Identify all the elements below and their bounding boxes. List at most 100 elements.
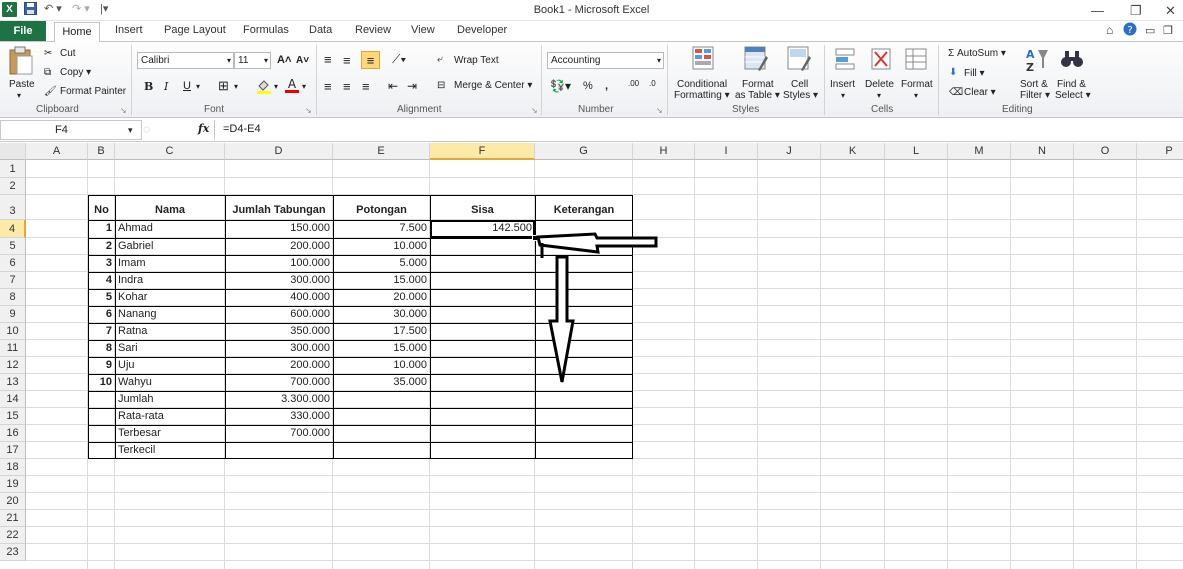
sort-filter-label-1[interactable]: Sort & [1020,79,1048,90]
format-painter-button[interactable]: Format Painter [60,86,126,97]
decrease-indent-icon[interactable]: ⇤ [388,79,398,93]
borders-icon[interactable]: ⊞ [218,78,229,94]
tab-home[interactable]: Home [54,22,100,42]
currency-icon[interactable]: 💱▾ [550,79,571,93]
column-header-c[interactable]: C [115,143,225,160]
table-header-jumlah-tabungan[interactable]: Jumlah Tabungan [225,195,333,220]
table-cell-sisa[interactable] [430,255,535,272]
table-cell-nama[interactable]: Ahmad [115,220,225,238]
row-header-19[interactable]: 19 [0,476,26,493]
sort-filter-icon[interactable]: AZ [1024,46,1050,77]
cell-styles-label-2[interactable]: Styles ▾ [783,90,818,101]
copy-icon[interactable]: ⧉ [44,67,51,78]
column-header-e[interactable]: E [333,143,430,160]
font-name-combo[interactable]: Calibri ▾ [137,52,234,69]
help-icon[interactable]: ? [1123,22,1137,39]
align-left-icon[interactable]: ≡ [324,79,332,94]
table-cell-jumlah[interactable]: 700.000 [225,374,333,391]
table-cell-sisa[interactable]: 142.500 [430,220,535,238]
row-header-22[interactable]: 22 [0,527,26,544]
table-cell-sisa[interactable] [430,238,535,255]
fill-handle[interactable] [532,235,538,241]
decrease-decimal-button[interactable]: .0 [649,79,656,88]
tab-view[interactable]: View [411,24,435,36]
row-header-1[interactable]: 1 [0,160,26,178]
row-header-7[interactable]: 7 [0,272,26,289]
chevron-down-icon[interactable]: ▾ [877,91,881,100]
autosum-button[interactable]: Σ AutoSum ▾ [948,48,1006,59]
row-header-9[interactable]: 9 [0,306,26,323]
table-cell-no[interactable]: 5 [88,289,115,306]
row-header-16[interactable]: 16 [0,425,26,442]
column-header-d[interactable]: D [225,143,333,160]
column-header-i[interactable]: I [695,143,758,160]
table-cell-potongan[interactable]: 17.500 [333,323,430,340]
format-as-table-label-1[interactable]: Format [742,79,774,90]
chevron-down-icon[interactable]: ▾ [196,82,200,91]
table-cell-sisa[interactable] [430,323,535,340]
increase-decimal-button[interactable]: .00 [628,79,639,88]
row-header-2[interactable]: 2 [0,178,26,195]
row-header-10[interactable]: 10 [0,323,26,340]
shrink-font-button[interactable]: A˅ [296,55,309,66]
fill-icon[interactable]: ⬇ [949,67,957,78]
bold-button[interactable]: B [144,80,153,93]
merge-center-icon[interactable]: ⊟ [437,80,445,91]
table-cell-jumlah[interactable]: 200.000 [225,357,333,374]
tab-review[interactable]: Review [355,24,391,36]
fill-color-icon[interactable] [256,78,272,97]
align-bottom-icon[interactable]: ≡ [361,51,380,69]
tab-file[interactable]: File [0,21,46,41]
merge-center-button[interactable]: Merge & Center ▾ [454,80,532,91]
table-cell-no[interactable]: 2 [88,238,115,255]
paste-button[interactable]: Paste [9,79,35,90]
row-header-6[interactable]: 6 [0,255,26,272]
table-cell-no[interactable]: 3 [88,255,115,272]
format-as-table-icon[interactable] [744,46,768,75]
table-header-no[interactable]: No [88,195,115,220]
table-cell-no[interactable]: 6 [88,306,115,323]
table-cell-sisa[interactable] [430,306,535,323]
table-header-keterangan[interactable]: Keterangan [535,195,633,220]
alignment-launcher-icon[interactable]: ↘ [531,106,538,115]
summary-value[interactable]: 3.300.000 [225,391,333,408]
table-cell-no[interactable]: 10 [88,374,115,391]
summary-label[interactable]: Terbesar [115,425,225,442]
conditional-formatting-icon[interactable] [692,46,716,75]
table-cell-no[interactable]: 4 [88,272,115,289]
underline-button[interactable]: U [183,80,191,92]
table-cell-jumlah[interactable]: 350.000 [225,323,333,340]
table-cell-nama[interactable]: Kohar [115,289,225,306]
name-box[interactable]: F4 ▾ [0,120,142,140]
tab-insert[interactable]: Insert [115,24,143,36]
table-cell-potongan[interactable]: 15.000 [333,272,430,289]
grow-font-button[interactable]: A˄ [277,54,291,66]
format-as-table-label-2[interactable]: as Table ▾ [735,90,780,101]
summary-value[interactable]: 330.000 [225,408,333,425]
summary-label[interactable]: Jumlah [115,391,225,408]
conditional-formatting-label-1[interactable]: Conditional [677,79,727,90]
row-header-8[interactable]: 8 [0,289,26,306]
table-cell-sisa[interactable] [430,357,535,374]
column-header-l[interactable]: L [885,143,948,160]
find-select-icon[interactable] [1060,48,1084,73]
column-header-p[interactable]: P [1137,143,1183,160]
orientation-icon[interactable]: ⟋▾ [392,52,406,67]
table-header-nama[interactable]: Nama [115,195,225,220]
paste-dropdown-icon[interactable]: ▾ [17,91,21,100]
summary-label[interactable]: Terkecil [115,442,225,459]
row-header-12[interactable]: 12 [0,357,26,374]
sort-filter-label-2[interactable]: Filter ▾ [1020,90,1050,101]
chevron-down-icon[interactable]: ▾ [841,91,845,100]
ribbon-collapse-icon[interactable]: ⌂ [1106,23,1113,37]
workbook-minimize-icon[interactable]: ▭ [1145,24,1155,37]
insert-function-button[interactable]: fx [198,122,209,135]
row-header-20[interactable]: 20 [0,493,26,510]
row-header-21[interactable]: 21 [0,510,26,527]
cut-button[interactable]: Cut [60,48,76,59]
font-color-icon[interactable]: A [284,77,300,97]
formula-input[interactable]: =D4-E4 [214,120,1183,140]
format-cells-icon[interactable] [905,48,927,73]
clear-icon[interactable]: ⌫ [949,87,963,98]
chevron-down-icon[interactable]: ▾ [234,82,238,91]
